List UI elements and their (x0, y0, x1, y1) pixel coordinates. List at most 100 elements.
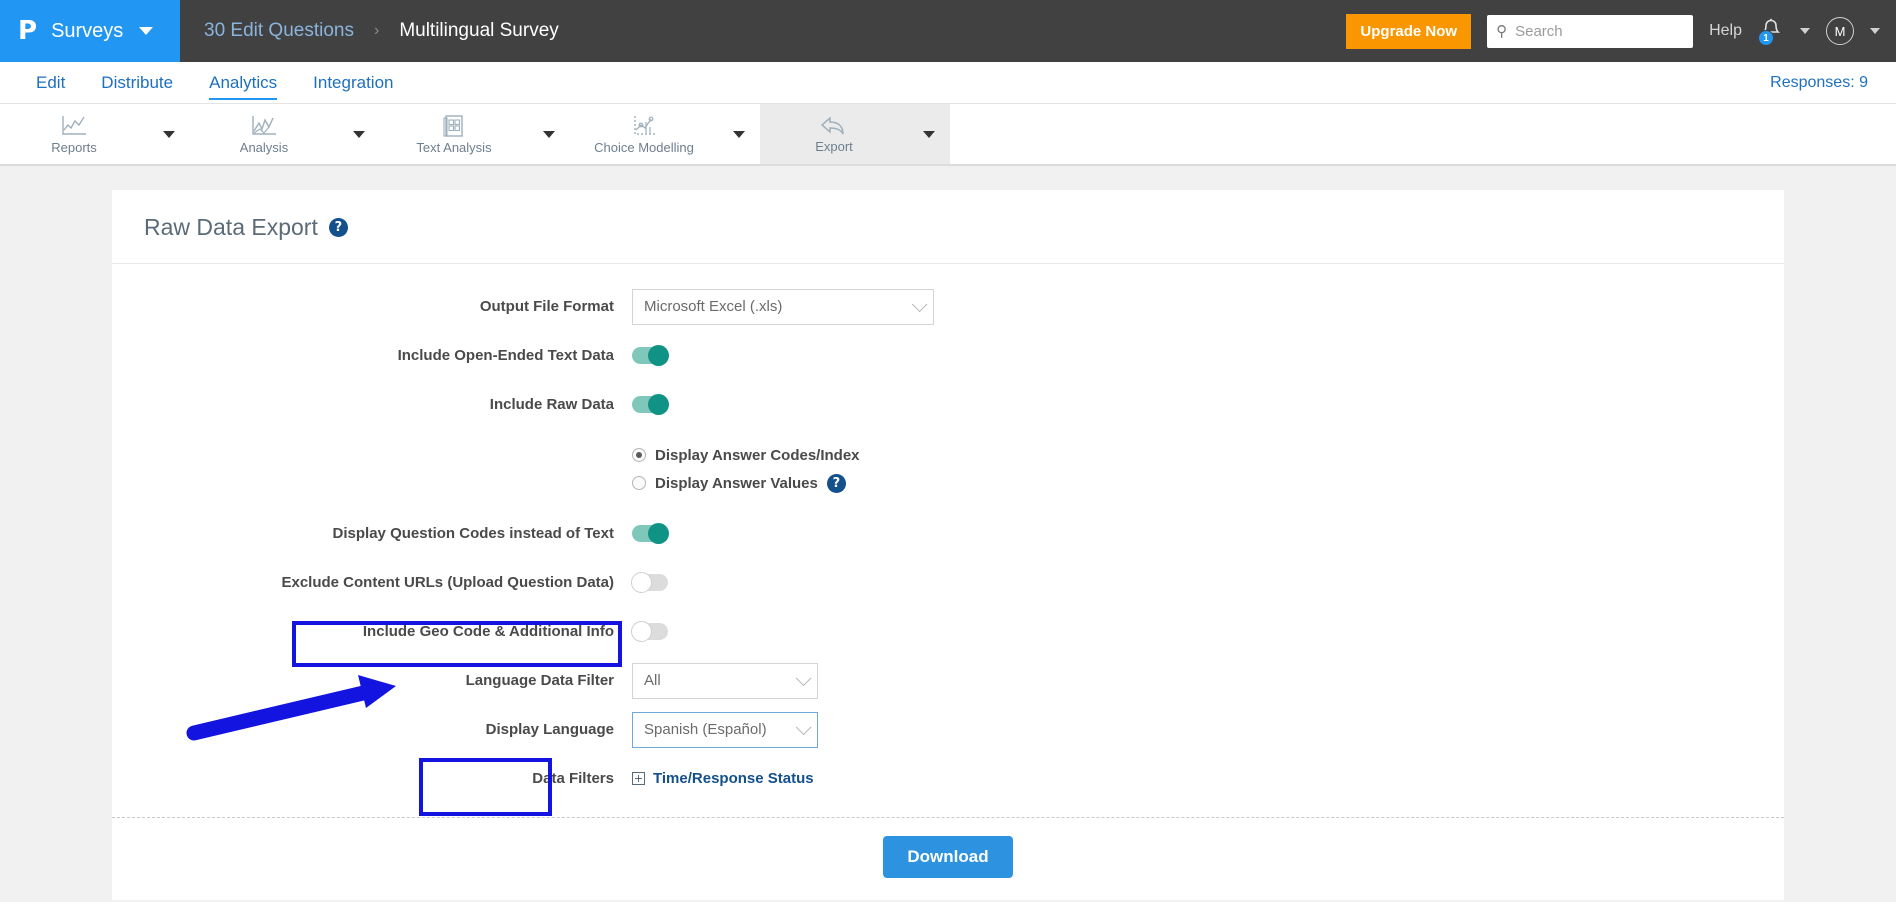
toolbar-item-choice-modelling[interactable]: Choice Modelling (570, 104, 760, 164)
row-include-raw-data: Include Raw Data (112, 380, 1784, 429)
answer-display-radio-group: Display Answer Codes/Index Display Answe… (112, 429, 1784, 509)
include-raw-data-label: Include Raw Data (489, 396, 614, 413)
chevron-down-icon (139, 27, 154, 35)
toolbar-item-analysis-label: Analysis (239, 140, 289, 155)
chevron-down-icon (795, 719, 812, 736)
toolbar-choice-modelling-dropdown[interactable] (718, 104, 760, 164)
toolbar-item-reports[interactable]: Reports (0, 104, 190, 164)
data-filters-label: Data Filters (532, 770, 614, 787)
exclude-content-urls-label: Exclude Content URLs (Upload Question Da… (281, 574, 614, 591)
row-display-language: Display Language Spanish (Español) (112, 705, 1784, 754)
language-data-filter-label: Language Data Filter (465, 672, 614, 689)
toolbar-item-export[interactable]: Export (760, 104, 950, 164)
toggle-knob (631, 572, 652, 593)
include-open-ended-toggle[interactable] (632, 345, 669, 366)
upgrade-now-button[interactable]: Upgrade Now (1346, 13, 1472, 49)
toggle-knob (648, 394, 669, 415)
toolbar-text-analysis-dropdown[interactable] (528, 104, 570, 164)
language-data-filter-value: All (644, 672, 661, 689)
chevron-down-icon (543, 130, 555, 138)
include-open-ended-label: Include Open-Ended Text Data (397, 347, 614, 364)
toggle-knob (648, 345, 669, 366)
search-icon: ⚲ (1496, 23, 1508, 40)
breadcrumb-separator-icon: › (373, 22, 380, 39)
include-geo-code-toggle[interactable] (631, 621, 668, 642)
output-file-format-label: Output File Format (479, 298, 614, 315)
search-input[interactable] (1513, 21, 1685, 41)
product-logo-icon: P (18, 16, 38, 46)
breadcrumb-current-survey-name: Multilingual Survey (399, 20, 559, 41)
tab-analytics[interactable]: Analytics (191, 63, 295, 103)
language-data-filter-dropdown[interactable]: All (632, 662, 818, 699)
responses-count-label: Responses: 9 (1770, 73, 1868, 91)
chevron-down-icon (353, 130, 365, 138)
avatar[interactable]: M (1826, 17, 1854, 45)
help-question-icon[interactable]: ? (328, 218, 348, 237)
chevron-down-icon (163, 130, 175, 138)
chevron-down-icon (923, 130, 935, 138)
main-content: Raw Data Export ? Output File Format Mic… (0, 166, 1896, 900)
chevron-down-icon (733, 130, 745, 138)
tab-distribute[interactable]: Distribute (83, 63, 191, 103)
display-language-dropdown[interactable]: Spanish (Español) (632, 711, 818, 748)
row-display-question-codes: Display Question Codes instead of Text (112, 509, 1784, 558)
reply-arrow-icon (820, 116, 844, 135)
toolbar-item-export-label: Export (815, 139, 853, 154)
toggle-knob (648, 523, 669, 544)
toolbar-analysis-dropdown[interactable] (338, 104, 380, 164)
search-field[interactable]: ⚲ (1487, 14, 1694, 48)
raw-data-export-form: Output File Format Microsoft Excel (.xls… (112, 264, 1784, 900)
toolbar-export-dropdown[interactable] (908, 104, 950, 164)
toolbar-item-analysis[interactable]: Analysis (190, 104, 380, 164)
analytics-icon-toolbar: Reports Analysis Text Analysis Choice Mo… (0, 104, 1896, 166)
exclude-content-urls-toggle[interactable] (631, 572, 668, 593)
page-title: Raw Data Export (144, 214, 318, 240)
include-raw-data-toggle[interactable] (632, 394, 669, 415)
analysis-chart-icon (252, 116, 276, 135)
display-question-codes-toggle[interactable] (632, 523, 669, 544)
output-file-format-dropdown[interactable]: Microsoft Excel (.xls) (632, 288, 934, 325)
radio-indicator (632, 448, 646, 462)
scatter-chart-icon (634, 116, 655, 135)
account-chevron-down-icon[interactable] (1870, 28, 1880, 34)
brand-label: Surveys (51, 19, 124, 42)
notifications-bell-button[interactable]: 1 (1758, 16, 1784, 46)
row-data-filters: Data Filters Time/Response Status (112, 754, 1784, 803)
row-language-data-filter: Language Data Filter All (112, 656, 1784, 705)
document-grid-icon (443, 115, 463, 137)
tab-edit[interactable]: Edit (18, 63, 83, 103)
radio-display-answer-values-label: Display Answer Values (655, 474, 818, 492)
toggle-knob (631, 621, 652, 642)
radio-display-answer-codes-label: Display Answer Codes/Index (655, 446, 860, 464)
toolbar-item-reports-label: Reports (51, 140, 97, 155)
notifications-chevron-down-icon[interactable] (1800, 28, 1810, 34)
line-chart-icon (62, 116, 86, 135)
row-exclude-content-urls: Exclude Content URLs (Upload Question Da… (112, 558, 1784, 607)
toolbar-item-choice-modelling-label: Choice Modelling (594, 140, 694, 155)
notification-badge-count: 1 (1758, 30, 1774, 46)
breadcrumb: 30 Edit Questions › Multilingual Survey (180, 0, 1346, 62)
toolbar-reports-dropdown[interactable] (148, 104, 190, 164)
raw-data-export-header: Raw Data Export ? (112, 190, 1784, 264)
help-link[interactable]: Help (1709, 22, 1742, 40)
time-response-status-link[interactable]: Time/Response Status (653, 770, 814, 787)
toolbar-item-text-analysis[interactable]: Text Analysis (380, 104, 570, 164)
chevron-down-icon (795, 670, 812, 687)
top-header-bar: P Surveys 30 Edit Questions › Multilingu… (0, 0, 1896, 62)
help-question-icon[interactable]: ? (826, 473, 846, 493)
download-action-area: Download (112, 818, 1784, 900)
radio-display-answer-values[interactable]: Display Answer Values ? (632, 469, 1784, 497)
chevron-down-icon (911, 296, 928, 313)
display-question-codes-label: Display Question Codes instead of Text (332, 525, 614, 542)
radio-display-answer-codes[interactable]: Display Answer Codes/Index (632, 441, 1784, 469)
plus-expand-icon[interactable] (632, 772, 645, 785)
toolbar-item-text-analysis-label: Text Analysis (416, 140, 492, 155)
brand-surveys-menu[interactable]: P Surveys (0, 0, 180, 62)
header-actions: Upgrade Now ⚲ Help 1 M (1346, 0, 1896, 62)
tab-integration[interactable]: Integration (295, 63, 411, 103)
row-output-file-format: Output File Format Microsoft Excel (.xls… (112, 282, 1784, 331)
data-filters-expand-group[interactable]: Time/Response Status (632, 770, 814, 787)
row-include-open-ended-text-data: Include Open-Ended Text Data (112, 331, 1784, 380)
download-button[interactable]: Download (883, 836, 1013, 878)
breadcrumb-edit-questions-link[interactable]: 30 Edit Questions (204, 20, 354, 42)
